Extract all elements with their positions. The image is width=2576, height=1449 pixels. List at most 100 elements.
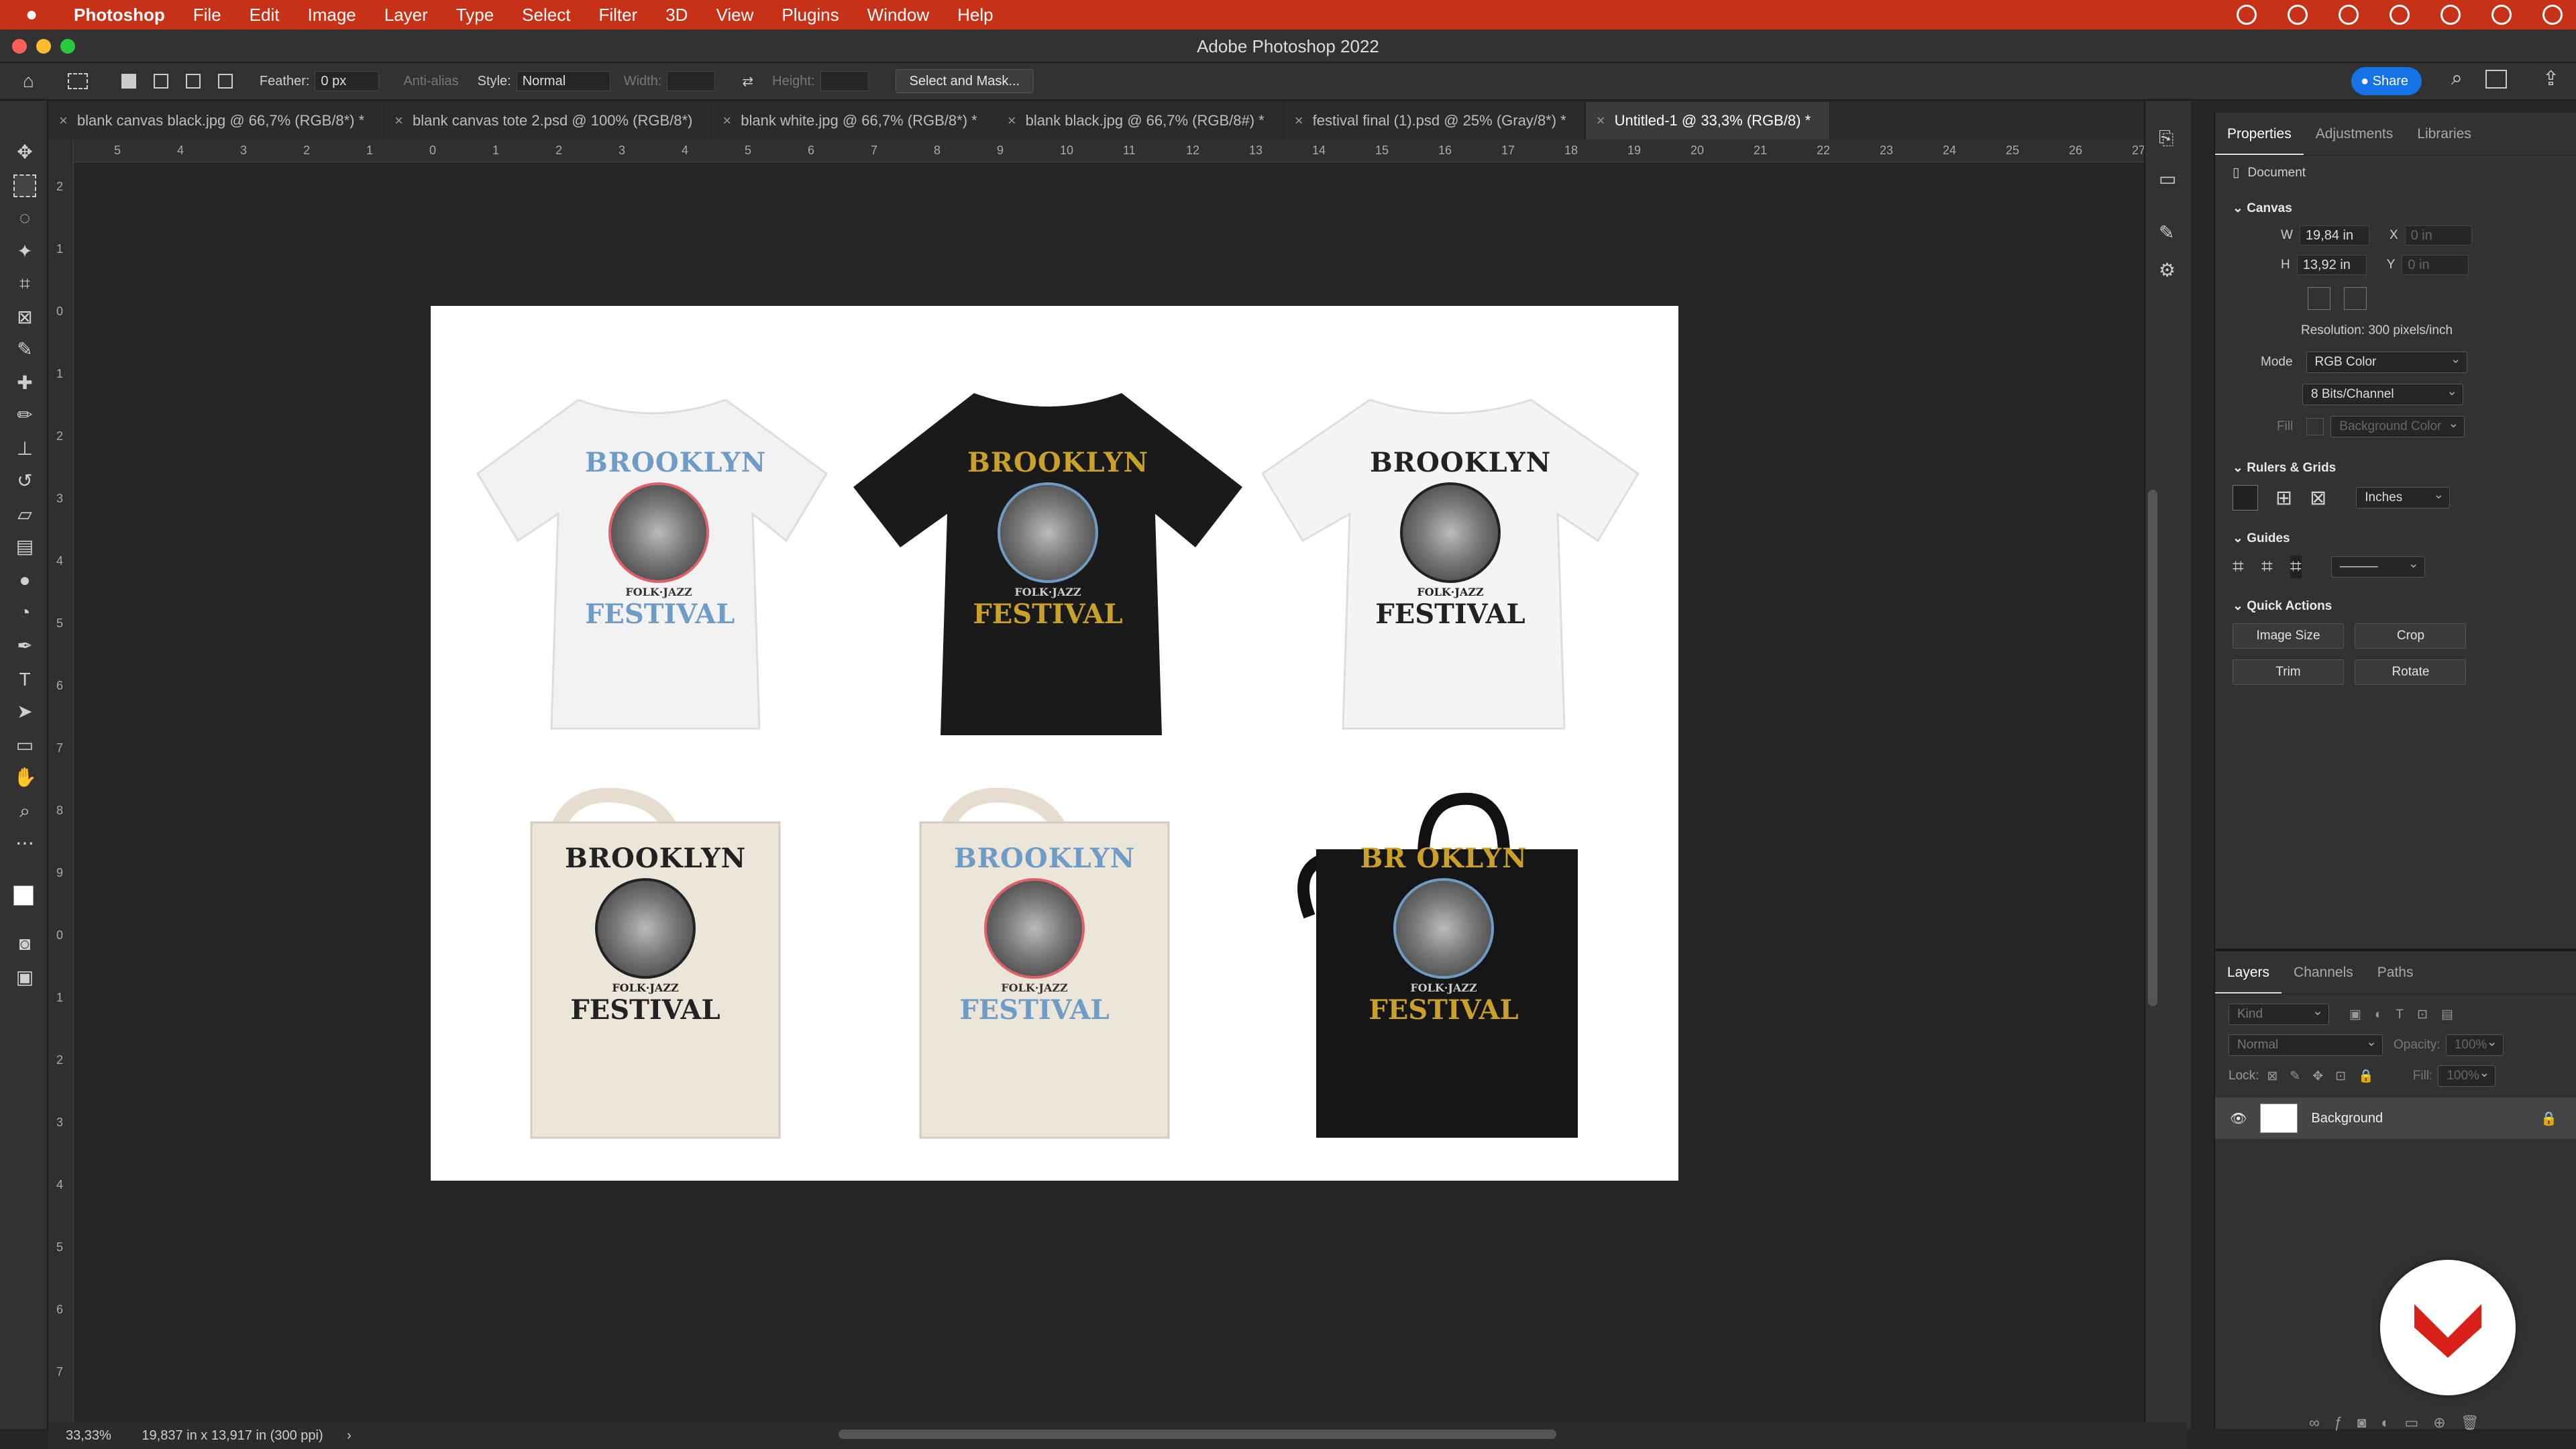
horizontal-scrollbar[interactable] bbox=[839, 1430, 1556, 1439]
tab-document[interactable]: × blank black.jpg @ 66,7% (RGB/8#) * bbox=[997, 102, 1284, 140]
close-tab-icon[interactable]: × bbox=[1008, 112, 1016, 129]
info-icon[interactable] bbox=[2542, 5, 2563, 25]
rotate-button[interactable]: Rotate bbox=[2355, 659, 2467, 685]
magic-wand-tool-icon[interactable]: ✦ bbox=[13, 240, 36, 263]
layers-footer-icons[interactable]: ∞ƒ◙◐▭⊕🗑 bbox=[2309, 1414, 2494, 1432]
tab-document[interactable]: × blank canvas tote 2.psd @ 100% (RGB/8*) bbox=[384, 102, 712, 140]
share-export-icon[interactable]: ⇪ bbox=[2542, 67, 2559, 91]
menu-app[interactable]: Photoshop bbox=[74, 5, 165, 25]
workspace-icon[interactable] bbox=[2485, 70, 2507, 89]
guides-header[interactable]: ⌄ Guides bbox=[2233, 531, 2576, 546]
brush-tool-icon[interactable]: ✏ bbox=[13, 404, 36, 427]
layer-lock-icon[interactable]: 🔒 bbox=[2540, 1110, 2557, 1127]
canvas-section-header[interactable]: ⌄ Canvas bbox=[2233, 201, 2576, 216]
menu-type[interactable]: Type bbox=[456, 5, 494, 25]
zoom-tool-icon[interactable]: ⌕ bbox=[13, 800, 36, 822]
layer-name[interactable]: Background bbox=[2311, 1111, 2383, 1126]
rulers-toggle-icon[interactable] bbox=[2233, 485, 2258, 511]
tab-paths[interactable]: Paths bbox=[2365, 951, 2426, 994]
swap-icon[interactable]: ⇄ bbox=[742, 73, 753, 90]
style-select[interactable]: Normal bbox=[516, 71, 610, 91]
filter-icons[interactable]: ▣◐T⊡▤ bbox=[2349, 1007, 2467, 1022]
width-input[interactable] bbox=[667, 71, 716, 91]
units-select[interactable]: Inches bbox=[2356, 485, 2451, 508]
antialias-checkbox[interactable]: Anti-alias bbox=[403, 74, 458, 89]
zoom-level[interactable]: 33,33% bbox=[66, 1428, 111, 1443]
search-icon[interactable]: ⌕ bbox=[2451, 67, 2463, 90]
close-tab-icon[interactable]: × bbox=[59, 112, 68, 129]
pixel-grid-icon[interactable]: ⊠ bbox=[2310, 486, 2326, 510]
quick-mask-icon[interactable]: ◙ bbox=[13, 932, 36, 955]
type-tool-icon[interactable]: T bbox=[13, 668, 36, 691]
healing-tool-icon[interactable]: ✚ bbox=[13, 372, 36, 394]
brush-panel-icon[interactable]: ✎ bbox=[2159, 221, 2174, 244]
kind-filter-select[interactable]: Kind bbox=[2229, 1002, 2329, 1025]
menu-plugins[interactable]: Plugins bbox=[782, 5, 839, 25]
search-icon[interactable] bbox=[2440, 5, 2461, 25]
close-tab-icon[interactable]: × bbox=[722, 112, 731, 129]
bits-select[interactable]: 8 Bits/Channel bbox=[2302, 382, 2463, 405]
foreground-color-swatch[interactable] bbox=[13, 885, 34, 906]
blur-tool-icon[interactable]: ● bbox=[13, 569, 36, 592]
lasso-tool-icon[interactable]: ◌ bbox=[13, 207, 36, 229]
notification-icon[interactable] bbox=[2288, 5, 2308, 25]
tab-adjustments[interactable]: Adjustments bbox=[2304, 113, 2406, 155]
zoom-window-button[interactable] bbox=[60, 39, 75, 54]
tab-layers[interactable]: Layers bbox=[2215, 951, 2282, 994]
home-icon[interactable]: ⌂ bbox=[23, 70, 34, 92]
height-input[interactable] bbox=[820, 71, 869, 91]
history-panel-icon[interactable]: ⎘ bbox=[2159, 127, 2174, 150]
trim-button[interactable]: Trim bbox=[2233, 659, 2344, 685]
layer-row-background[interactable]: 👁 Background 🔒 bbox=[2215, 1097, 2576, 1139]
document-canvas[interactable]: BROOKLYN FOLK·JAZZ FESTIVAL BROOKLYN FOL… bbox=[431, 306, 1678, 1181]
height-input[interactable]: 13,92 in bbox=[2296, 255, 2367, 275]
wifi-icon[interactable] bbox=[2390, 5, 2410, 25]
screen-mode-icon[interactable]: ▣ bbox=[13, 966, 36, 989]
visibility-eye-icon[interactable]: 👁 bbox=[2230, 1110, 2247, 1127]
tab-document[interactable]: × festival final (1).psd @ 25% (Gray/8*) … bbox=[1284, 102, 1586, 140]
portrait-icon[interactable] bbox=[2308, 287, 2330, 310]
crop-tool-icon[interactable]: ⌗ bbox=[13, 272, 36, 295]
crop-button[interactable]: Crop bbox=[2355, 623, 2467, 649]
grid-icon[interactable]: ⊞ bbox=[2275, 486, 2292, 510]
menu-view[interactable]: View bbox=[716, 5, 753, 25]
eraser-tool-icon[interactable]: ▱ bbox=[13, 503, 36, 526]
history-brush-icon[interactable]: ↺ bbox=[13, 470, 36, 492]
menu-help[interactable]: Help bbox=[957, 5, 993, 25]
menu-select[interactable]: Select bbox=[522, 5, 570, 25]
dodge-tool-icon[interactable]: ◔ bbox=[13, 601, 36, 624]
tab-libraries[interactable]: Libraries bbox=[2405, 113, 2483, 155]
path-select-tool-icon[interactable]: ➤ bbox=[13, 700, 36, 723]
comments-panel-icon[interactable]: ▭ bbox=[2159, 168, 2176, 190]
eyedropper-tool-icon[interactable]: ✎ bbox=[13, 338, 36, 361]
tab-properties[interactable]: Properties bbox=[2215, 113, 2304, 155]
control-center-icon[interactable] bbox=[2491, 5, 2512, 25]
close-window-button[interactable] bbox=[12, 39, 27, 54]
width-input[interactable]: 19,84 in bbox=[2299, 225, 2369, 246]
stamp-tool-icon[interactable]: ⊥ bbox=[13, 437, 36, 460]
select-and-mask-button[interactable]: Select and Mask... bbox=[895, 69, 1034, 93]
sync-icon[interactable] bbox=[2339, 5, 2359, 25]
gradient-tool-icon[interactable]: ▤ bbox=[13, 535, 36, 558]
close-tab-icon[interactable]: × bbox=[1295, 112, 1303, 129]
minimize-window-button[interactable] bbox=[36, 39, 51, 54]
frame-tool-icon[interactable]: ⊠ bbox=[13, 306, 36, 329]
vertical-scrollbar[interactable] bbox=[2148, 490, 2157, 1006]
tab-document[interactable]: × blank white.jpg @ 66,7% (RGB/8*) * bbox=[712, 102, 997, 140]
lock-icons[interactable]: ⊠✎✥⊡🔒 bbox=[2267, 1068, 2385, 1084]
guide-style-select[interactable]: ——— bbox=[2330, 554, 2425, 578]
menu-image[interactable]: Image bbox=[307, 5, 356, 25]
mode-select[interactable]: RGB Color bbox=[2306, 350, 2467, 373]
menu-3d[interactable]: 3D bbox=[665, 5, 688, 25]
guides-icon[interactable]: ⌗ bbox=[2233, 555, 2244, 578]
menu-window[interactable]: Window bbox=[867, 5, 929, 25]
apple-icon[interactable]: ● bbox=[25, 3, 52, 26]
menu-layer[interactable]: Layer bbox=[384, 5, 428, 25]
guide-layout-icon[interactable]: ⌗ bbox=[2261, 555, 2273, 578]
tab-channels[interactable]: Channels bbox=[2282, 951, 2365, 994]
subtract-selection-icon[interactable] bbox=[185, 74, 201, 89]
tab-document[interactable]: × blank canvas black.jpg @ 66,7% (RGB/8*)… bbox=[48, 102, 384, 140]
feather-input[interactable]: 0 px bbox=[315, 71, 380, 91]
shape-tool-icon[interactable]: ▭ bbox=[13, 734, 36, 757]
menu-file[interactable]: File bbox=[193, 5, 221, 25]
